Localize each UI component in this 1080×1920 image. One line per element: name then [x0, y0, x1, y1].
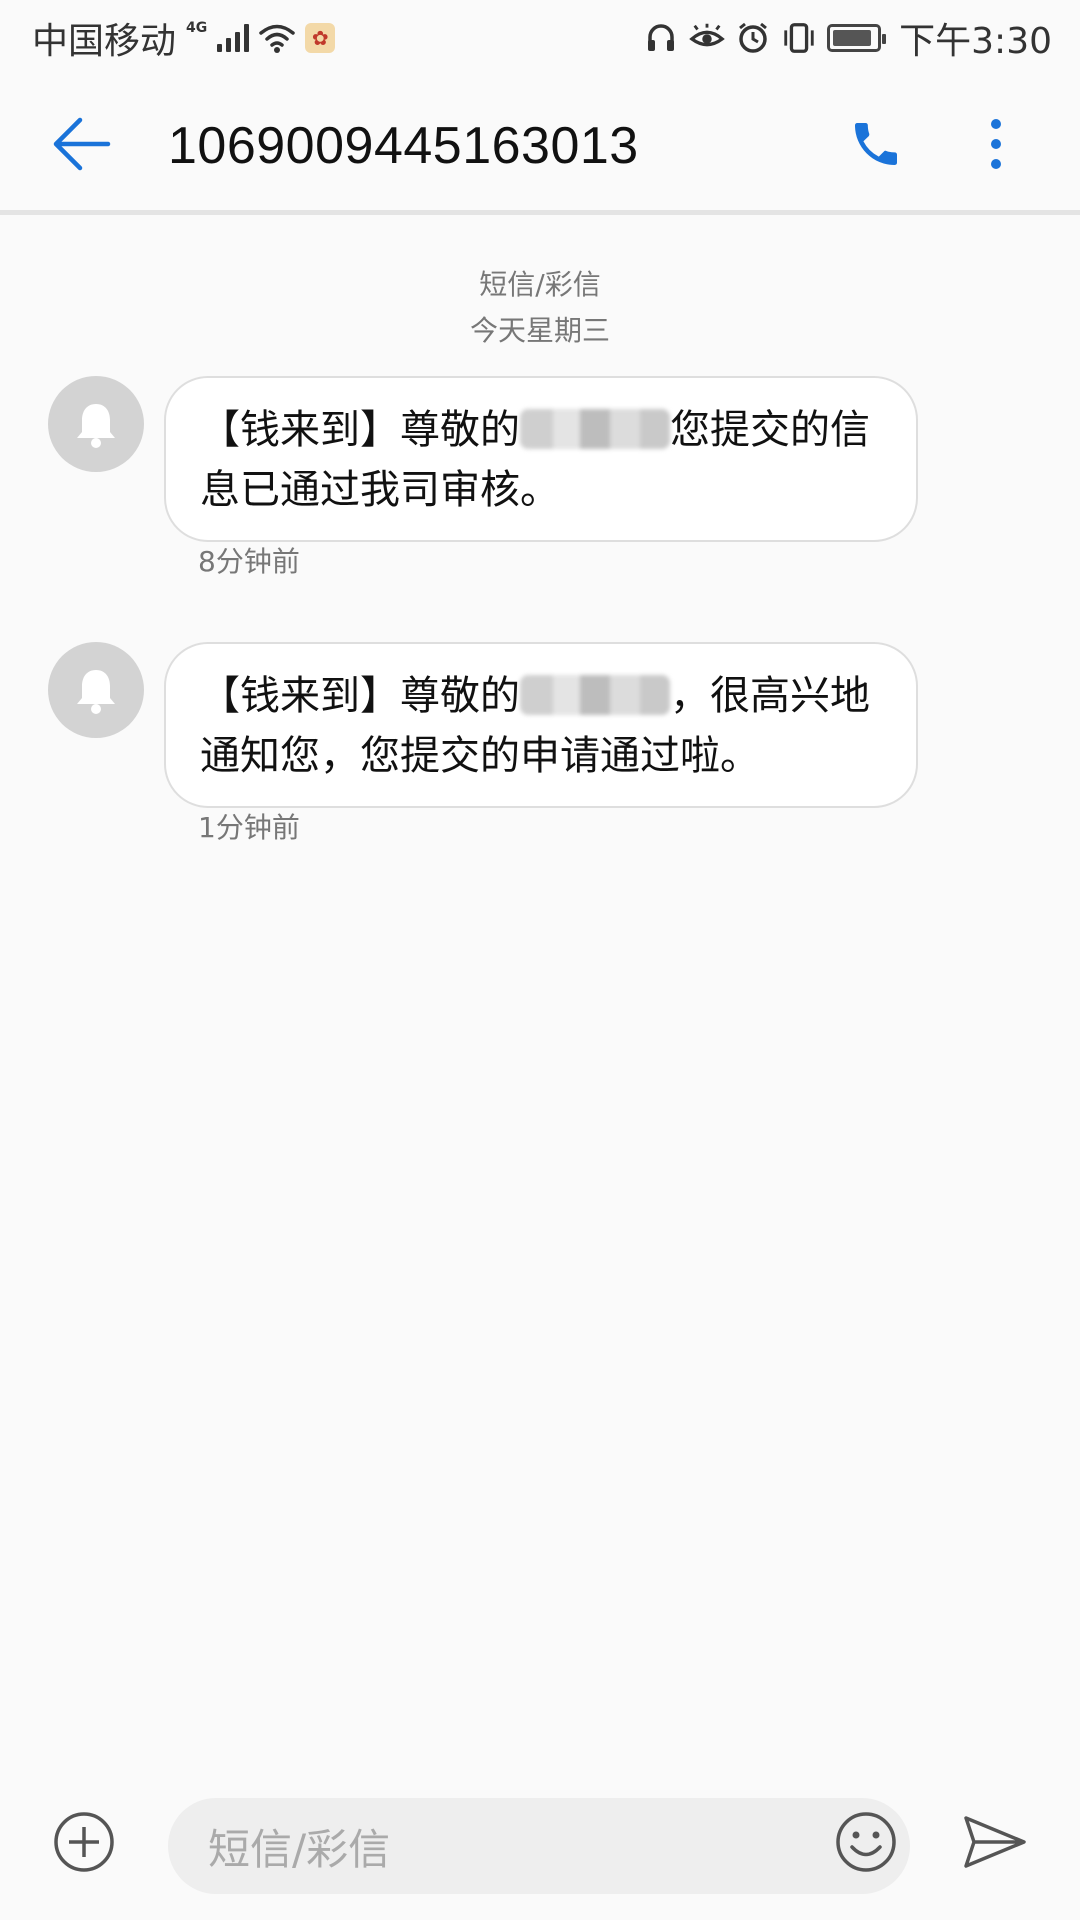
message-text-start: 【钱来到】尊敬的	[200, 673, 520, 719]
emoji-button[interactable]	[834, 1810, 898, 1874]
app-notification-icon: ✿	[305, 23, 336, 53]
message-timestamp: 1分钟前	[198, 811, 300, 844]
redacted-name	[520, 409, 670, 449]
send-icon	[964, 1816, 1026, 1868]
attach-button[interactable]	[52, 1810, 116, 1874]
sender-avatar[interactable]	[48, 642, 144, 738]
emoji-icon	[836, 1812, 896, 1872]
message-bubble[interactable]: 【钱来到】尊敬的 您提交的信息已通过我司审核。	[164, 376, 918, 542]
network-type-label: 4G	[186, 20, 208, 36]
status-left: 中国移动 4G ✿	[32, 12, 336, 64]
messaging-screen: 中国移动 4G ✿ 下午3:30 1069009445163013 短信/彩信 …	[0, 0, 1080, 1920]
message-bubble[interactable]: 【钱来到】尊敬的 ，很高兴地通知您，您提交的申请通过啦。	[164, 642, 918, 808]
battery-icon	[827, 24, 887, 52]
status-right: 下午3:30	[643, 12, 1052, 64]
bell-icon	[77, 404, 115, 448]
battery-level	[833, 30, 871, 46]
message-timestamp: 8分钟前	[198, 545, 300, 578]
add-circle-icon	[54, 1812, 114, 1872]
app-bar-divider	[0, 210, 1080, 215]
back-arrow-icon	[53, 117, 111, 171]
signal-icon	[217, 24, 250, 52]
carrier-label: 中国移动	[32, 21, 177, 62]
phone-icon	[855, 123, 897, 165]
redacted-name	[520, 675, 670, 715]
message-text-start: 【钱来到】尊敬的	[200, 407, 520, 453]
eye-comfort-icon	[689, 20, 725, 56]
app-bar: 1069009445163013	[0, 76, 1080, 210]
call-button[interactable]	[842, 112, 910, 176]
message-input[interactable]: 短信/彩信	[168, 1798, 910, 1894]
date-label: 今天星期三	[469, 314, 610, 347]
wifi-icon	[259, 20, 295, 56]
vibrate-icon	[781, 20, 817, 56]
send-button[interactable]	[962, 1812, 1028, 1872]
message-input-placeholder: 短信/彩信	[208, 1824, 391, 1874]
sender-avatar[interactable]	[48, 376, 144, 472]
channel-label: 短信/彩信	[479, 268, 601, 301]
conversation-header: 短信/彩信 今天星期三	[0, 262, 1080, 354]
alarm-icon	[735, 20, 771, 56]
more-vert-icon	[991, 119, 1001, 129]
headphones-icon	[643, 20, 679, 56]
more-options-button[interactable]	[968, 112, 1024, 176]
status-bar: 中国移动 4G ✿ 下午3:30	[0, 0, 1080, 76]
status-time: 下午3:30	[899, 21, 1052, 62]
thread-title: 1069009445163013	[168, 117, 639, 175]
back-button[interactable]	[50, 114, 114, 174]
composer: 短信/彩信	[0, 1790, 1080, 1900]
bell-icon	[77, 670, 115, 714]
